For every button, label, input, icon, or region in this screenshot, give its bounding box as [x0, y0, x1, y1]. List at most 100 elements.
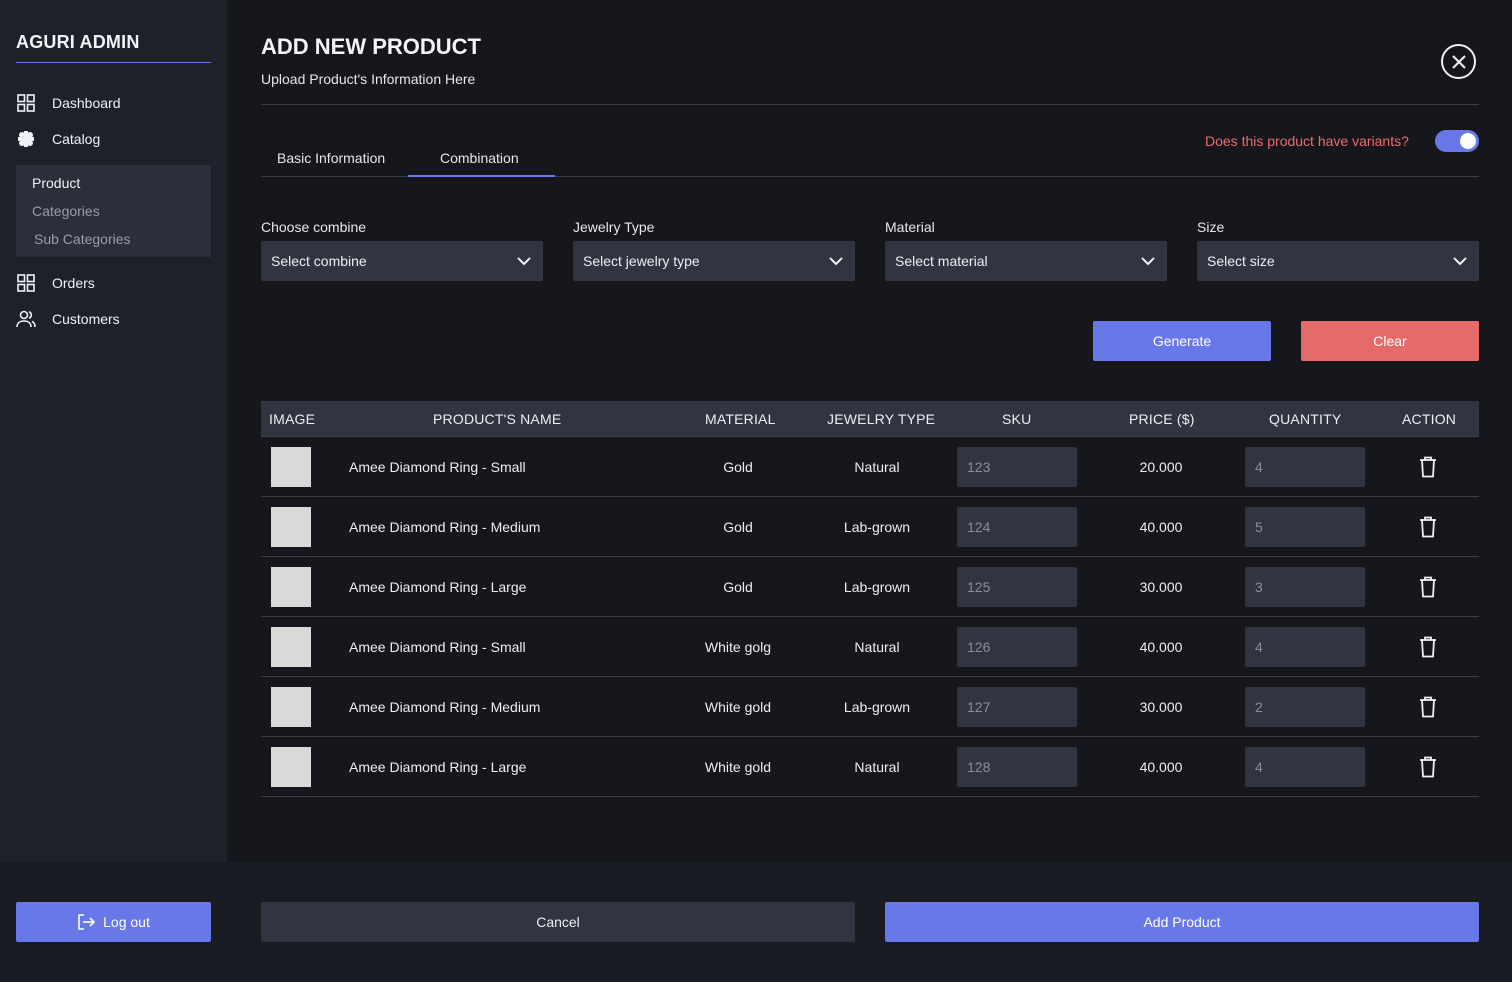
- sidebar-item-orders[interactable]: Orders: [16, 271, 95, 295]
- trash-icon[interactable]: [1419, 756, 1439, 778]
- quantity-input[interactable]: 4: [1245, 627, 1365, 667]
- sku-input[interactable]: 127: [957, 687, 1077, 727]
- product-name: Amee Diamond Ring - Large: [349, 759, 527, 775]
- quantity-input[interactable]: 4: [1245, 747, 1365, 787]
- material-label: Material: [885, 219, 935, 235]
- product-image-placeholder[interactable]: [271, 447, 311, 487]
- quantity-input[interactable]: 4: [1245, 447, 1365, 487]
- jewelry-type-cell: Natural: [854, 459, 900, 475]
- price-cell: 40.000: [1139, 759, 1183, 775]
- close-button[interactable]: [1441, 44, 1476, 79]
- column-header-jewelry-type: JEWELRY TYPE: [827, 411, 936, 427]
- sidebar-item-catalog[interactable]: Catalog: [16, 127, 100, 151]
- product-image-placeholder[interactable]: [271, 627, 311, 667]
- quantity-input[interactable]: 5: [1245, 507, 1365, 547]
- column-header-quantity: QUANTITY: [1269, 411, 1342, 427]
- product-image-placeholder[interactable]: [271, 507, 311, 547]
- column-header-sku: SKU: [1002, 411, 1032, 427]
- close-icon: [1451, 54, 1466, 69]
- logout-button[interactable]: Log out: [16, 902, 211, 942]
- chevron-down-icon: [517, 256, 531, 265]
- size-label: Size: [1197, 219, 1225, 235]
- sidebar-item-label: Customers: [52, 311, 120, 327]
- sku-input[interactable]: 123: [957, 447, 1077, 487]
- logout-icon: [77, 914, 96, 930]
- table-row: Amee Diamond Ring - Small White golg Natur…: [261, 617, 1479, 677]
- column-header-price: PRICE ($): [1129, 411, 1195, 427]
- sidebar-item-label: Dashboard: [52, 95, 121, 111]
- sidebar: AGURI ADMIN Dashboard Catalog Product Ca…: [0, 0, 227, 862]
- product-name: Amee Diamond Ring - Medium: [349, 699, 541, 715]
- chevron-down-icon: [1141, 256, 1155, 265]
- header-divider: [261, 104, 1479, 105]
- tab-combination[interactable]: Combination: [440, 150, 519, 166]
- toggle-knob: [1460, 133, 1476, 149]
- jewelry-type-select[interactable]: Select jewelry type: [573, 241, 855, 281]
- product-image-placeholder[interactable]: [271, 567, 311, 607]
- logout-label: Log out: [103, 914, 150, 930]
- jewelry-type-cell: Lab-grown: [843, 519, 911, 535]
- material-cell: Gold: [723, 519, 753, 535]
- submenu-item-product[interactable]: Product: [32, 175, 80, 191]
- material-cell: Gold: [723, 579, 753, 595]
- price-cell: 30.000: [1139, 579, 1183, 595]
- table-row: Amee Diamond Ring - Large White gold Natur…: [261, 737, 1479, 797]
- trash-icon[interactable]: [1419, 636, 1439, 658]
- price-cell: 40.000: [1139, 519, 1183, 535]
- jewelry-type-cell: Lab-grown: [843, 699, 911, 715]
- material-cell: White golg: [704, 639, 772, 655]
- users-icon: [16, 309, 36, 329]
- sku-input[interactable]: 124: [957, 507, 1077, 547]
- select-value: Select jewelry type: [583, 253, 700, 269]
- active-tab-indicator: [408, 175, 555, 177]
- clear-button[interactable]: Clear: [1301, 321, 1479, 361]
- product-name: Amee Diamond Ring - Medium: [349, 519, 541, 535]
- catalog-icon: [16, 129, 36, 149]
- chevron-down-icon: [829, 256, 843, 265]
- product-image-placeholder[interactable]: [271, 687, 311, 727]
- sidebar-item-dashboard[interactable]: Dashboard: [16, 91, 121, 115]
- trash-icon[interactable]: [1419, 696, 1439, 718]
- sidebar-item-customers[interactable]: Customers: [16, 307, 120, 331]
- table-row: Amee Diamond Ring - Small Gold Natural 123 2…: [261, 437, 1479, 497]
- cancel-button[interactable]: Cancel: [261, 902, 855, 942]
- quantity-input[interactable]: 3: [1245, 567, 1365, 607]
- jewelry-type-cell: Lab-grown: [843, 579, 911, 595]
- product-name: Amee Diamond Ring - Small: [349, 639, 526, 655]
- trash-icon[interactable]: [1419, 456, 1439, 478]
- combine-select[interactable]: Select combine: [261, 241, 543, 281]
- jewelry-type-label: Jewelry Type: [573, 219, 655, 235]
- variants-toggle[interactable]: [1435, 130, 1479, 152]
- size-select[interactable]: Select size: [1197, 241, 1479, 281]
- trash-icon[interactable]: [1419, 516, 1439, 538]
- add-product-button[interactable]: Add Product: [885, 902, 1479, 942]
- generate-button[interactable]: Generate: [1093, 321, 1271, 361]
- sku-input[interactable]: 128: [957, 747, 1077, 787]
- variants-question: Does this product have variants?: [1205, 133, 1409, 149]
- select-value: Select size: [1207, 253, 1275, 269]
- product-image-placeholder[interactable]: [271, 747, 311, 787]
- material-cell: White gold: [704, 699, 772, 715]
- sku-input[interactable]: 125: [957, 567, 1077, 607]
- material-select[interactable]: Select material: [885, 241, 1167, 281]
- sku-input[interactable]: 126: [957, 627, 1077, 667]
- sidebar-item-label: Catalog: [52, 131, 101, 147]
- price-cell: 20.000: [1139, 459, 1183, 475]
- material-cell: White gold: [704, 759, 772, 775]
- table-row: Amee Diamond Ring - Medium Gold Lab-grown 1…: [261, 497, 1479, 557]
- table-row: Amee Diamond Ring - Medium White gold Lab-…: [261, 677, 1479, 737]
- select-value: Select combine: [271, 253, 367, 269]
- submenu-item-sub-categories[interactable]: Sub Categories: [34, 231, 131, 247]
- quantity-input[interactable]: 2: [1245, 687, 1365, 727]
- page-subtitle: Upload Product's Information Here: [261, 71, 476, 87]
- product-name: Amee Diamond Ring - Small: [349, 459, 526, 475]
- submenu-item-categories[interactable]: Categories: [32, 203, 100, 219]
- select-value: Select material: [895, 253, 988, 269]
- trash-icon[interactable]: [1419, 576, 1439, 598]
- tab-basic-information[interactable]: Basic Information: [277, 150, 385, 166]
- material-cell: Gold: [723, 459, 753, 475]
- catalog-submenu: Product Categories Sub Categories: [16, 165, 211, 257]
- brand-title: AGURI ADMIN: [16, 32, 211, 63]
- combine-label: Choose combine: [261, 219, 367, 235]
- page-title: ADD NEW PRODUCT: [261, 34, 481, 59]
